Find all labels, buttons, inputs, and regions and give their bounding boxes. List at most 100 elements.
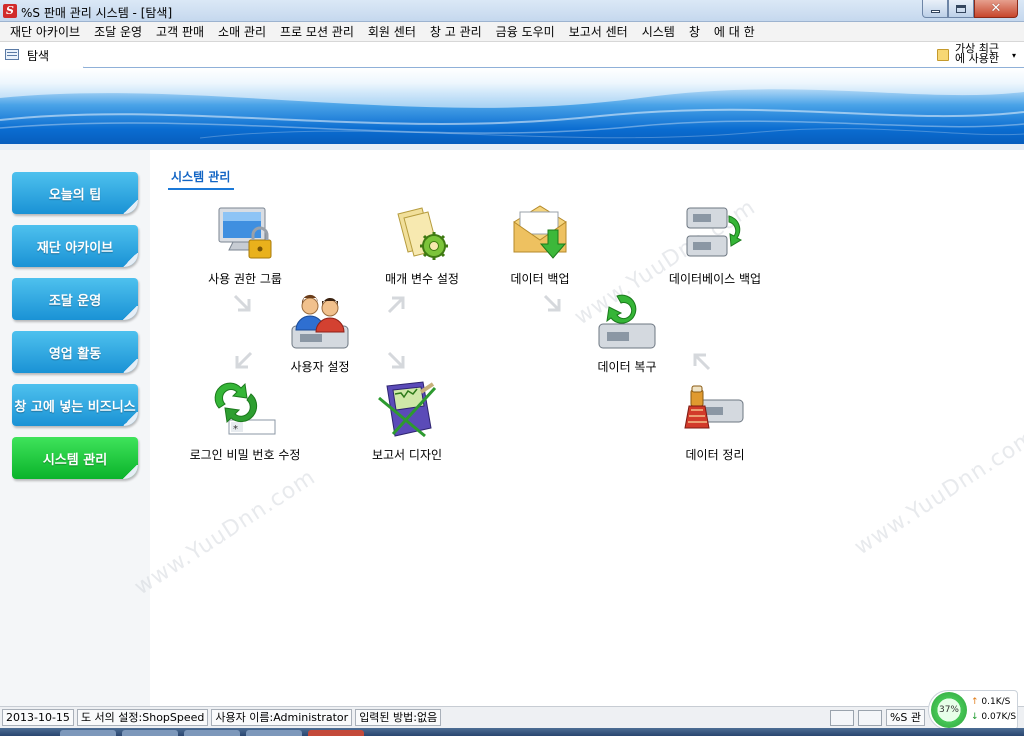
tile-database-backup[interactable]: 데이터베이스 백업 xyxy=(650,202,780,287)
section-title: 시스템 관리 xyxy=(168,168,235,190)
menu-bar: 재단 아카이브 조달 운영 고객 판매 소매 관리 프로 모션 관리 회원 센터… xyxy=(0,22,1024,42)
sidebar-item-archive[interactable]: 재단 아카이브 xyxy=(12,225,138,267)
arrow-down-left-icon xyxy=(235,351,253,369)
tile-report-design[interactable]: 보고서 디자인 xyxy=(357,378,457,463)
watermark-text: www.YuuDnn.com xyxy=(130,464,321,601)
tile-data-cleanup[interactable]: 데이터 정리 xyxy=(665,378,765,463)
title-bar: S %S 판매 관리 시스템 - [탐색] ✕ xyxy=(0,0,1024,22)
menu-member-center[interactable]: 회원 센터 xyxy=(361,22,423,42)
tile-label: 사용 권한 그룹 xyxy=(208,272,282,286)
documents-gear-icon xyxy=(397,207,448,260)
tile-label: 사용자 설정 xyxy=(290,360,350,374)
status-input-method: 입력된 방법:없음 xyxy=(355,709,442,726)
status-date: 2013-10-15 xyxy=(2,709,74,726)
arrow-up-right-icon xyxy=(387,296,405,314)
database-restore-icon xyxy=(598,294,656,349)
menu-finance[interactable]: 금융 도우미 xyxy=(489,22,562,42)
tab-label: 탐색 xyxy=(27,49,50,63)
tile-label: 데이터 백업 xyxy=(510,272,570,286)
menu-system[interactable]: 시스템 xyxy=(635,22,682,42)
tile-permission-group[interactable]: 사용 권한 그룹 xyxy=(180,202,310,287)
database-cleanup-icon xyxy=(684,385,744,429)
menu-promotion[interactable]: 프로 모션 관리 xyxy=(273,22,361,42)
status-store: 도 서의 설정:ShopSpeed xyxy=(76,709,209,726)
arrow-up-left-icon xyxy=(693,353,711,371)
minimize-icon xyxy=(930,10,940,13)
main-panel: 시스템 관리 www.YuuDnn.com www.YuuDnn.com www… xyxy=(130,150,1024,706)
recent-dropdown[interactable]: 가상 최근 에 사용한 ▾ xyxy=(936,42,1016,65)
tile-change-password[interactable]: * 로그인 비밀 번호 수정 xyxy=(165,378,325,463)
network-monitor[interactable]: 37% ↑ 0.1K/S ↓ 0.07K/S xyxy=(928,690,1018,730)
tile-label: 매개 변수 설정 xyxy=(385,272,459,286)
tile-data-restore[interactable]: 데이터 복구 xyxy=(582,290,672,375)
tile-label: 데이터 정리 xyxy=(685,448,745,462)
tile-parameter-settings[interactable]: 매개 변수 설정 xyxy=(362,202,482,287)
app-logo-icon: S xyxy=(3,4,17,18)
maximize-button[interactable] xyxy=(948,0,974,18)
upload-speed-value: 0.1K/S xyxy=(981,697,1011,707)
navigation-icon xyxy=(5,49,19,60)
chevron-down-icon: ▾ xyxy=(1011,51,1016,60)
taskbar-button[interactable] xyxy=(246,730,302,736)
status-app: %S 관 xyxy=(885,709,925,726)
tile-label: 데이터 복구 xyxy=(597,360,657,374)
download-speed: ↓ 0.07K/S xyxy=(971,712,1016,722)
svg-text:*: * xyxy=(233,424,238,435)
menu-procurement[interactable]: 조달 운영 xyxy=(87,22,149,42)
taskbar-button[interactable] xyxy=(60,730,116,736)
minimize-button[interactable] xyxy=(922,0,948,18)
arrow-down-right-icon xyxy=(233,294,251,312)
download-arrow-icon: ↓ xyxy=(971,712,979,722)
arrow-down-right-icon xyxy=(387,351,405,369)
sidebar-item-procurement[interactable]: 조달 운영 xyxy=(12,278,138,320)
taskbar-button[interactable] xyxy=(184,730,240,736)
sidebar-item-sales[interactable]: 영업 활동 xyxy=(12,331,138,373)
sidebar-item-system[interactable]: 시스템 관리 xyxy=(12,437,138,479)
taskbar xyxy=(0,728,1024,736)
monitor-lock-icon xyxy=(218,207,272,259)
menu-customer-sales[interactable]: 고객 판매 xyxy=(149,22,211,42)
taskbar-button[interactable] xyxy=(122,730,178,736)
upload-arrow-icon: ↑ xyxy=(971,697,979,707)
tile-label: 보고서 디자인 xyxy=(371,448,443,462)
tile-data-backup[interactable]: 데이터 백업 xyxy=(490,202,590,287)
window-title: %S 판매 관리 시스템 - [탐색] xyxy=(21,6,173,20)
password-change-icon: * xyxy=(214,382,276,435)
tab-navigation[interactable]: 탐색 xyxy=(0,42,84,68)
window-controls: ✕ xyxy=(922,0,1018,18)
sidebar-item-tips[interactable]: 오늘의 팁 xyxy=(12,172,138,214)
menu-retail[interactable]: 소매 관리 xyxy=(211,22,273,42)
columns-icon[interactable] xyxy=(857,709,882,726)
layout-icon[interactable] xyxy=(829,709,854,726)
status-right: %S 관 xyxy=(829,709,928,726)
tile-label: 로그인 비밀 번호 수정 xyxy=(189,448,301,462)
banner-wave-graphic xyxy=(0,68,1024,150)
arrow-down-right-icon xyxy=(543,294,561,312)
header-banner xyxy=(0,68,1024,150)
maximize-icon xyxy=(956,4,966,13)
recent-label: 가상 최근 에 사용한 xyxy=(954,42,999,65)
sidebar-item-warehouse[interactable]: 창 고에 넣는 비즈니스 xyxy=(12,384,138,426)
network-gauge: 37% xyxy=(931,692,967,728)
tile-label: 데이터베이스 백업 xyxy=(668,272,762,286)
database-sync-icon xyxy=(686,207,743,257)
download-speed-value: 0.07K/S xyxy=(981,712,1017,722)
menu-reports[interactable]: 보고서 센터 xyxy=(562,22,635,42)
taskbar-button[interactable] xyxy=(308,730,364,736)
watermark-text: www.YuuDnn.com xyxy=(850,424,1024,561)
envelope-download-icon xyxy=(513,205,567,259)
close-button[interactable]: ✕ xyxy=(974,0,1018,18)
menu-warehouse[interactable]: 창 고 관리 xyxy=(423,22,489,42)
menu-window[interactable]: 창 xyxy=(682,22,707,42)
sidebar: 오늘의 팁 재단 아카이브 조달 운영 영업 활동 창 고에 넣는 비즈니스 시… xyxy=(0,150,150,706)
users-icon xyxy=(291,294,349,349)
menu-archive[interactable]: 재단 아카이브 xyxy=(3,22,87,42)
upload-speed: ↑ 0.1K/S xyxy=(971,697,1010,707)
status-bar: 2013-10-15 도 서의 설정:ShopSpeed 사용자 이름:Admi… xyxy=(0,706,1024,728)
status-user: 사용자 이름:Administrator xyxy=(211,709,353,726)
tile-user-settings[interactable]: 사용자 설정 xyxy=(280,290,360,375)
menu-about[interactable]: 에 대 한 xyxy=(707,22,762,42)
folder-icon xyxy=(936,49,949,61)
close-icon: ✕ xyxy=(990,1,1002,16)
tab-strip: 탐색 가상 최근 에 사용한 ▾ xyxy=(0,42,1024,68)
